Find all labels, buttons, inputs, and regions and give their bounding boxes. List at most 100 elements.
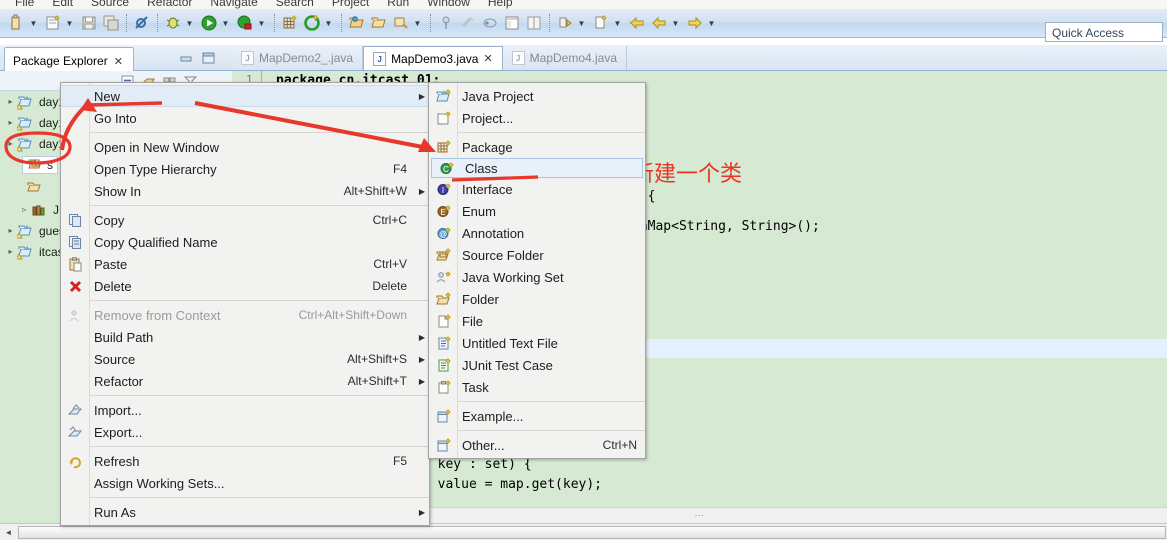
submenu-item-folder[interactable]: Folder bbox=[429, 288, 645, 310]
java-perspective-icon[interactable] bbox=[503, 14, 521, 32]
menu-search[interactable]: Search bbox=[267, 0, 323, 9]
open-perspective-icon[interactable] bbox=[481, 14, 499, 32]
menu-item-delete[interactable]: Delete Delete bbox=[61, 275, 429, 297]
menu-item-source[interactable]: Source Alt+Shift+S ▶ bbox=[61, 348, 429, 370]
menu-item-label: Show In bbox=[94, 183, 141, 199]
expander-icon[interactable]: ▸ bbox=[4, 247, 17, 256]
menu-item-new[interactable]: New ▶ bbox=[61, 85, 429, 107]
coverage-icon[interactable] bbox=[303, 14, 321, 32]
new-java-class-dropdown-icon[interactable]: ▼ bbox=[64, 14, 75, 32]
menu-item-paste[interactable]: Paste Ctrl+V bbox=[61, 253, 429, 275]
menu-item-show-in[interactable]: Show In Alt+Shift+W ▶ bbox=[61, 180, 429, 202]
expander-icon[interactable]: ▹ bbox=[18, 205, 31, 214]
run-external-tools-icon[interactable] bbox=[236, 14, 254, 32]
menu-item-import[interactable]: Import... bbox=[61, 399, 429, 421]
new-package-icon[interactable] bbox=[281, 14, 299, 32]
java-browsing-icon[interactable] bbox=[525, 14, 543, 32]
minimize-icon[interactable] bbox=[179, 51, 194, 65]
last-edit-location-icon[interactable] bbox=[592, 14, 610, 32]
menu-item-refactor[interactable]: Refactor Alt+Shift+T ▶ bbox=[61, 370, 429, 392]
tab-package-explorer[interactable]: Package Explorer ✕ bbox=[4, 47, 134, 71]
coverage-dropdown-icon[interactable]: ▼ bbox=[323, 14, 334, 32]
submenu-item-other[interactable]: Other... Ctrl+N bbox=[429, 434, 645, 456]
run-external-tools-dropdown-icon[interactable]: ▼ bbox=[256, 14, 267, 32]
expander-icon[interactable]: ▸ bbox=[4, 139, 17, 148]
menu-refactor[interactable]: Refactor bbox=[138, 0, 201, 9]
submenu-item-project[interactable]: Project... bbox=[429, 107, 645, 129]
forward-dropdown-icon[interactable]: ▼ bbox=[706, 14, 717, 32]
scroll-left-icon[interactable]: ◄ bbox=[0, 525, 17, 540]
save-icon[interactable] bbox=[80, 14, 98, 32]
editor-tab-mapdemo2[interactable]: J MapDemo2_.java bbox=[232, 46, 364, 70]
new-wizard-dropdown-icon[interactable]: ▼ bbox=[28, 14, 39, 32]
debug-icon[interactable] bbox=[164, 14, 182, 32]
expander-icon[interactable]: ▸ bbox=[4, 226, 17, 235]
next-annotation-dropdown-icon[interactable]: ▼ bbox=[576, 14, 587, 32]
skip-all-breakpoints-icon[interactable] bbox=[133, 14, 151, 32]
menu-item-refresh[interactable]: Refresh F5 bbox=[61, 450, 429, 472]
skip-task-icon[interactable] bbox=[459, 14, 477, 32]
menu-project[interactable]: Project bbox=[323, 0, 378, 9]
submenu-item-untitled-text-file[interactable]: Untitled Text File bbox=[429, 332, 645, 354]
menu-item-open-in-new-window[interactable]: Open in New Window bbox=[61, 136, 429, 158]
open-task-icon[interactable] bbox=[437, 14, 455, 32]
submenu-item-junit-test-case[interactable]: JUnit Test Case bbox=[429, 354, 645, 376]
submenu-item-source-folder[interactable]: Source Folder bbox=[429, 244, 645, 266]
menu-run[interactable]: Run bbox=[378, 0, 418, 9]
new-submenu[interactable]: Java Project Project... Package C Class bbox=[428, 82, 646, 459]
menu-separator bbox=[90, 497, 429, 498]
editor-tab-mapdemo4[interactable]: J MapDemo4.java bbox=[503, 46, 628, 70]
forward-icon[interactable] bbox=[686, 14, 704, 32]
context-menu[interactable]: New ▶ Go Into Open in New Window Open Ty… bbox=[60, 82, 430, 526]
submenu-item-annotation[interactable]: @ Annotation bbox=[429, 222, 645, 244]
menu-help[interactable]: Help bbox=[479, 0, 522, 9]
menu-item-copy[interactable]: Copy Ctrl+C bbox=[61, 209, 429, 231]
submenu-item-package[interactable]: Package bbox=[429, 136, 645, 158]
menu-navigate[interactable]: Navigate bbox=[201, 0, 266, 9]
run-dropdown-icon[interactable]: ▼ bbox=[220, 14, 231, 32]
menu-item-go-into[interactable]: Go Into bbox=[61, 107, 429, 129]
back-dropdown-icon[interactable]: ▼ bbox=[670, 14, 681, 32]
new-java-class-icon[interactable] bbox=[44, 14, 62, 32]
submenu-item-class[interactable]: C Class bbox=[431, 158, 643, 178]
menu-item-run-as[interactable]: Run As ▶ bbox=[61, 501, 429, 523]
back-icon[interactable] bbox=[650, 14, 668, 32]
submenu-item-interface[interactable]: I Interface bbox=[429, 178, 645, 200]
run-icon[interactable] bbox=[200, 14, 218, 32]
last-edit-location-dropdown-icon[interactable]: ▼ bbox=[612, 14, 623, 32]
selected-node[interactable]: s bbox=[22, 155, 58, 174]
menu-source[interactable]: Source bbox=[82, 0, 138, 9]
quick-access-input[interactable]: Quick Access bbox=[1045, 22, 1163, 42]
menu-item-build-path[interactable]: Build Path ▶ bbox=[61, 326, 429, 348]
new-wizard-icon[interactable] bbox=[8, 14, 26, 32]
menu-edit[interactable]: Edit bbox=[43, 0, 82, 9]
expander-icon[interactable]: ▸ bbox=[4, 118, 17, 127]
close-icon[interactable]: ✕ bbox=[114, 55, 123, 68]
menu-file[interactable]: File bbox=[6, 0, 43, 9]
open-resource-icon[interactable] bbox=[370, 14, 388, 32]
search-icon[interactable] bbox=[392, 14, 410, 32]
submenu-item-enum[interactable]: E Enum bbox=[429, 200, 645, 222]
next-annotation-icon[interactable] bbox=[556, 14, 574, 32]
menu-window[interactable]: Window bbox=[418, 0, 479, 9]
expander-icon[interactable]: ▸ bbox=[4, 97, 17, 106]
menu-item-open-type-hierarchy[interactable]: Open Type Hierarchy F4 bbox=[61, 158, 429, 180]
submenu-item-java-project[interactable]: Java Project bbox=[429, 85, 645, 107]
submenu-item-file[interactable]: File bbox=[429, 310, 645, 332]
menu-item-copy-qualified-name[interactable]: Copy Qualified Name bbox=[61, 231, 429, 253]
maximize-icon[interactable] bbox=[201, 51, 216, 65]
submenu-item-example[interactable]: Example... bbox=[429, 405, 645, 427]
search-dropdown-icon[interactable]: ▼ bbox=[412, 14, 423, 32]
submenu-item-java-working-set[interactable]: Java Working Set bbox=[429, 266, 645, 288]
toolbar-separator bbox=[157, 14, 158, 32]
scrollbar-thumb[interactable] bbox=[18, 525, 1166, 539]
debug-dropdown-icon[interactable]: ▼ bbox=[184, 14, 195, 32]
open-type-icon[interactable] bbox=[348, 14, 366, 32]
menu-item-export[interactable]: Export... bbox=[61, 421, 429, 443]
editor-tab-mapdemo3[interactable]: J MapDemo3.java ✕ bbox=[363, 46, 503, 70]
menu-item-assign-working-sets[interactable]: Assign Working Sets... bbox=[61, 472, 429, 494]
close-icon[interactable]: ✕ bbox=[483, 52, 492, 65]
previous-back-icon[interactable] bbox=[628, 14, 646, 32]
submenu-item-task[interactable]: Task bbox=[429, 376, 645, 398]
save-all-icon[interactable] bbox=[102, 14, 120, 32]
